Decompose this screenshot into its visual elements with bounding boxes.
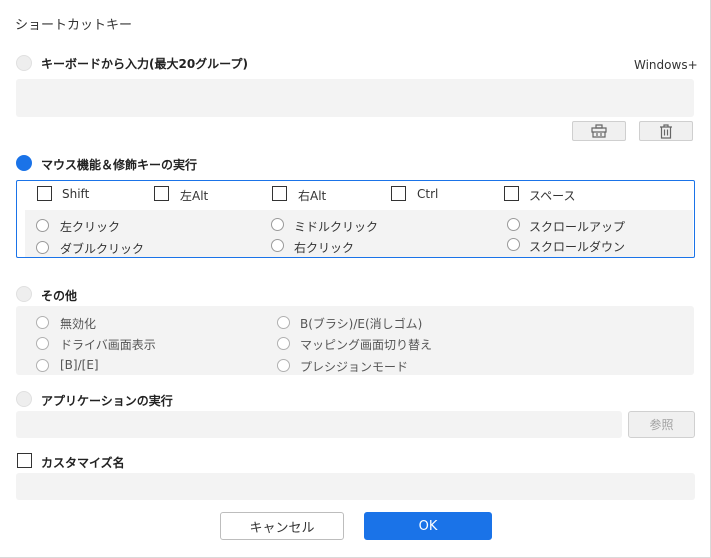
double-click-label: ダブルクリック [60, 242, 145, 256]
brush-eraser-radio[interactable] [277, 316, 290, 329]
middle-click-label: ミドルクリック [294, 220, 379, 234]
right-alt-checkbox[interactable] [272, 186, 287, 201]
space-label: スペース [529, 189, 576, 203]
eraser-icon [591, 124, 607, 138]
ctrl-checkbox[interactable] [391, 186, 406, 201]
double-click-radio[interactable] [36, 241, 49, 254]
be-radio[interactable] [36, 359, 49, 372]
brush-eraser-label: B(ブラシ)/E(消しゴム) [300, 317, 423, 331]
mouse-label: マウス機能＆修飾キーの実行 [41, 158, 198, 172]
app-path-input[interactable] [16, 411, 622, 438]
left-alt-checkbox[interactable] [154, 186, 169, 201]
scroll-up-radio[interactable] [507, 218, 520, 231]
right-click-label: 右クリック [294, 241, 355, 255]
disable-radio[interactable] [36, 316, 49, 329]
cancel-button[interactable]: キャンセル [220, 512, 344, 540]
right-click-radio[interactable] [271, 239, 284, 252]
other-label: その他 [41, 289, 78, 303]
mapping-switch-label: マッピング画面切り替え [300, 338, 433, 352]
browse-button[interactable]: 参照 [628, 411, 695, 438]
mapping-switch-radio[interactable] [277, 337, 290, 350]
trash-icon [660, 123, 672, 139]
precision-mode-label: プレシジョンモード [300, 360, 409, 374]
be-label: [B]/[E] [60, 358, 99, 372]
shift-label: Shift [62, 187, 90, 201]
left-alt-label: 左Alt [180, 189, 209, 203]
app-label: アプリケーションの実行 [41, 394, 173, 408]
app-radio[interactable] [16, 391, 32, 407]
clear-button[interactable] [572, 121, 626, 141]
keyboard-input[interactable] [16, 79, 694, 117]
ok-button[interactable]: OK [364, 512, 492, 540]
left-click-label: 左クリック [60, 220, 121, 234]
scroll-down-label: スクロールダウン [529, 240, 626, 254]
scroll-down-radio[interactable] [507, 238, 520, 251]
custom-name-label: カスタマイズ名 [41, 456, 125, 470]
other-radio[interactable] [16, 286, 32, 302]
left-click-radio[interactable] [36, 219, 49, 232]
custom-name-input[interactable] [16, 473, 695, 500]
ctrl-label: Ctrl [417, 187, 439, 201]
disable-label: 無効化 [60, 317, 97, 331]
keyboard-label: キーボードから入力(最大20グループ) [41, 57, 248, 71]
delete-button[interactable] [639, 121, 693, 141]
precision-mode-radio[interactable] [277, 359, 290, 372]
mouse-radio[interactable] [16, 155, 32, 171]
scroll-up-label: スクロールアップ [529, 220, 626, 234]
middle-click-radio[interactable] [271, 218, 284, 231]
driver-screen-radio[interactable] [36, 337, 49, 350]
custom-name-checkbox[interactable] [17, 453, 32, 468]
dialog-title: ショートカットキー [15, 18, 133, 33]
right-alt-label: 右Alt [298, 189, 327, 203]
keyboard-radio[interactable] [16, 55, 32, 71]
driver-screen-label: ドライバ画面表示 [60, 338, 156, 352]
space-checkbox[interactable] [504, 186, 519, 201]
windows-prefix-label: Windows+ [634, 58, 698, 72]
shift-checkbox[interactable] [37, 186, 52, 201]
